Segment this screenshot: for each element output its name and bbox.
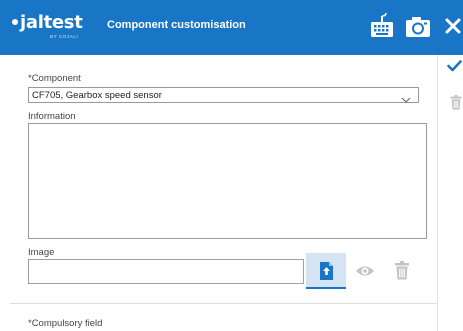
logo-subtext: BY COJALI [50, 34, 79, 39]
confirm-button[interactable] [447, 59, 462, 73]
jaltest-logo: jaltest BY COJALI [12, 12, 83, 39]
app-header: jaltest BY COJALI Component customisatio… [0, 0, 463, 55]
logo-text: jaltest [20, 12, 83, 33]
information-label: Information [28, 111, 76, 122]
upload-image-button[interactable] [306, 253, 346, 289]
delete-component-button[interactable] [450, 95, 462, 110]
image-path-field[interactable] [28, 259, 304, 284]
eye-icon [356, 266, 374, 276]
trash-icon [450, 95, 462, 110]
view-image-button[interactable] [355, 262, 375, 280]
image-label: Image [28, 247, 55, 258]
chevron-down-icon [401, 91, 411, 109]
compulsory-field-note: *Compulsory field [28, 318, 103, 329]
trash-icon [395, 261, 409, 280]
component-label: *Component [28, 73, 81, 84]
component-select[interactable]: CF705, Gearbox speed sensor [28, 87, 419, 103]
keyboard-icon[interactable] [368, 12, 396, 41]
delete-image-button[interactable] [395, 261, 409, 280]
divider [10, 303, 437, 304]
camera-icon[interactable] [404, 13, 432, 41]
information-textarea[interactable] [28, 123, 427, 239]
close-icon[interactable] [444, 13, 463, 41]
checkmark-icon [447, 60, 462, 72]
upload-icon [320, 262, 333, 280]
page-title: Component customisation [107, 19, 246, 31]
component-select-value: CF705, Gearbox speed sensor [32, 90, 162, 101]
